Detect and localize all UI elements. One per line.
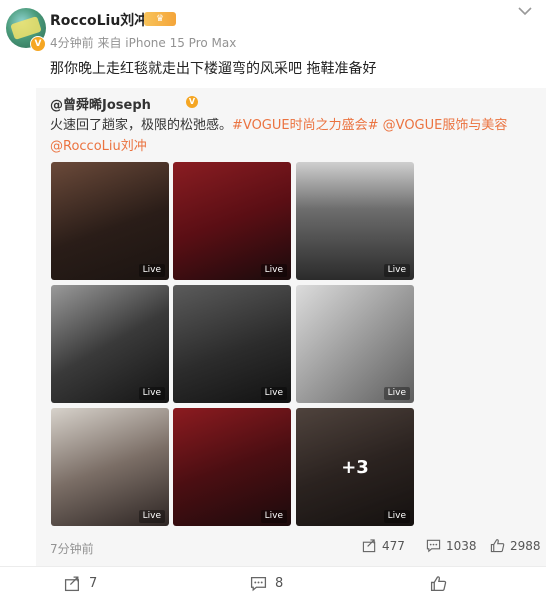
live-badge: Live bbox=[260, 387, 287, 400]
chevron-down-icon[interactable] bbox=[514, 4, 536, 18]
live-badge: Live bbox=[138, 264, 165, 277]
live-badge: Live bbox=[138, 387, 165, 400]
photo-3[interactable]: Live bbox=[296, 162, 414, 280]
comment-icon bbox=[426, 539, 441, 553]
share-icon bbox=[64, 576, 79, 592]
mention-link-vogue[interactable]: @VOGUE服饰与美容 bbox=[383, 118, 508, 133]
repost-comment-count: 1038 bbox=[446, 538, 477, 553]
photo-7[interactable]: Live bbox=[51, 408, 169, 526]
photo-4[interactable]: Live bbox=[51, 285, 169, 403]
share-button[interactable]: 7 bbox=[64, 575, 97, 592]
live-badge: Live bbox=[138, 510, 165, 523]
like-button[interactable] bbox=[430, 575, 455, 592]
repost-author[interactable]: @曾舜晞Joseph bbox=[50, 94, 151, 113]
repost-text-line1: 火速回了趟家，极限的松弛感。#VOGUE时尚之力盛会# @VOGUE服饰与美容 bbox=[50, 114, 507, 133]
photo-1[interactable]: Live bbox=[51, 162, 169, 280]
comment-icon bbox=[250, 577, 267, 592]
divider bbox=[0, 566, 546, 567]
live-badge: Live bbox=[383, 387, 410, 400]
live-badge: Live bbox=[260, 264, 287, 277]
live-badge: Live bbox=[383, 264, 410, 277]
repost-share-count: 477 bbox=[382, 538, 405, 553]
share-icon bbox=[362, 539, 376, 553]
photo-2[interactable]: Live bbox=[173, 162, 291, 280]
live-badge: Live bbox=[383, 510, 410, 523]
live-badge: Live bbox=[260, 510, 287, 523]
repost-comment-button[interactable]: 1038 bbox=[426, 538, 477, 553]
comment-count: 8 bbox=[275, 576, 284, 591]
thumbs-up-icon bbox=[430, 576, 447, 592]
repost-like-button[interactable]: 2988 bbox=[490, 538, 541, 553]
username[interactable]: RoccoLiu刘冲 bbox=[50, 10, 148, 30]
more-photos-count: +3 bbox=[296, 408, 414, 526]
repost-verified-badge: V bbox=[186, 96, 198, 108]
comment-button[interactable]: 8 bbox=[250, 575, 283, 592]
repost-time: 7分钟前 bbox=[50, 542, 94, 556]
post-meta: 4分钟前 来自 iPhone 15 Pro Max bbox=[50, 36, 237, 50]
photo-6[interactable]: Live bbox=[296, 285, 414, 403]
share-count: 7 bbox=[89, 576, 98, 591]
verified-badge: V bbox=[30, 36, 46, 52]
post-text: 那你晚上走红毯就走出下楼遛弯的风采吧 拖鞋准备好 bbox=[50, 61, 377, 77]
mention-link-rocco[interactable]: @RoccoLiu刘冲 bbox=[50, 135, 147, 154]
repost-text: 火速回了趟家，极限的松弛感。 bbox=[50, 118, 233, 133]
photo-9[interactable]: +3 Live bbox=[296, 408, 414, 526]
repost-like-count: 2988 bbox=[510, 538, 541, 553]
photo-5[interactable]: Live bbox=[173, 285, 291, 403]
weibo-post: V RoccoLiu刘冲 ♛ 4分钟前 来自 iPhone 15 Pro Max… bbox=[0, 0, 546, 603]
hashtag-link[interactable]: #VOGUE时尚之力盛会# bbox=[232, 118, 379, 133]
repost-card[interactable]: @曾舜晞Joseph V 火速回了趟家，极限的松弛感。#VOGUE时尚之力盛会#… bbox=[36, 88, 546, 566]
repost-share-button[interactable]: 477 bbox=[362, 538, 405, 553]
vip-crown-badge: ♛ bbox=[144, 12, 176, 26]
photo-8[interactable]: Live bbox=[173, 408, 291, 526]
thumbs-up-icon bbox=[490, 539, 505, 553]
